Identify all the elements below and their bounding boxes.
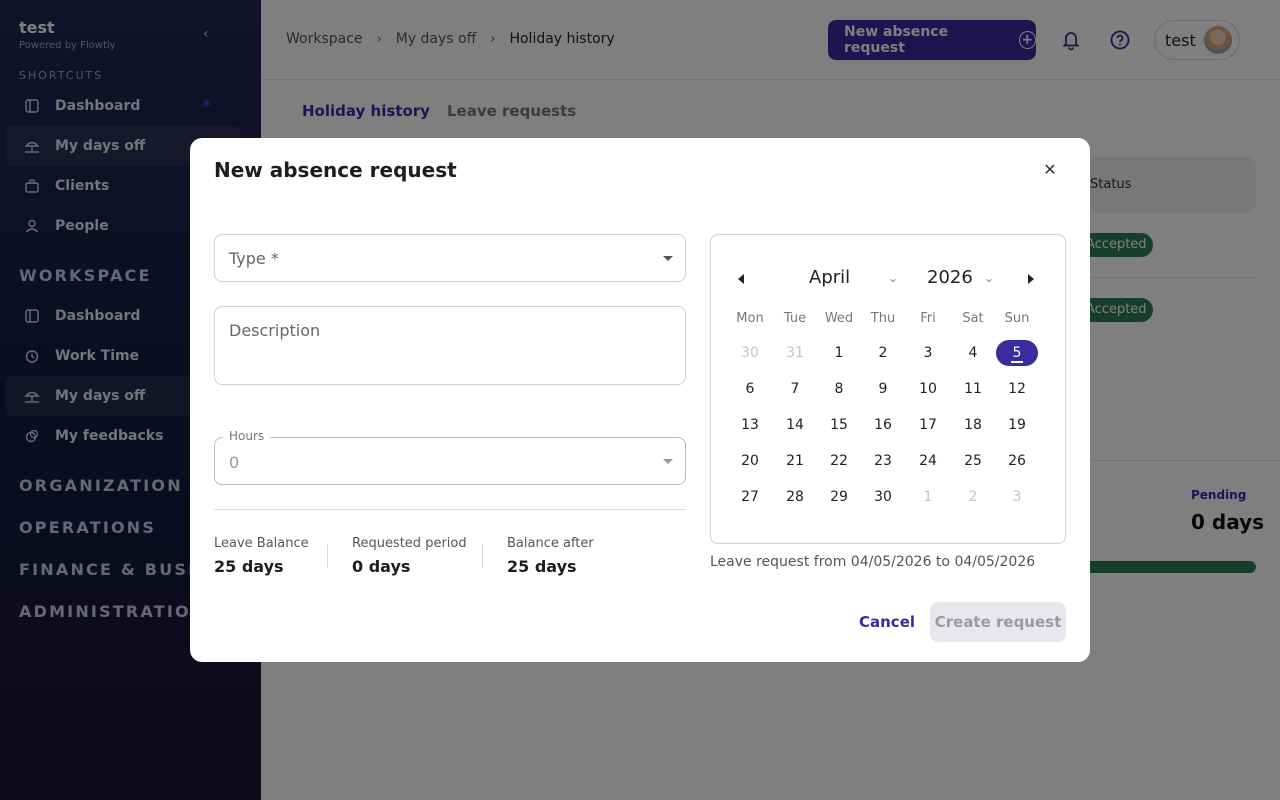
calendar-day[interactable]: 17 <box>907 412 949 438</box>
cancel-button[interactable]: Cancel <box>859 613 915 631</box>
next-month-icon[interactable] <box>1028 274 1034 284</box>
calendar-day[interactable]: 4 <box>952 340 994 366</box>
calendar-day[interactable]: 3 <box>907 340 949 366</box>
calendar-day[interactable]: 20 <box>729 448 771 474</box>
leave-balance: Leave Balance 25 days <box>214 536 309 576</box>
month-select[interactable]: April <box>809 267 850 288</box>
weekday-label: Mon <box>736 311 764 326</box>
calendar-day[interactable]: 26 <box>996 448 1038 474</box>
stat-separator <box>482 544 483 568</box>
balance-after: Balance after 25 days <box>507 536 594 576</box>
weekday-label: Wed <box>824 311 854 326</box>
calendar-day[interactable]: 25 <box>952 448 994 474</box>
close-icon[interactable]: ✕ <box>1040 160 1060 180</box>
calendar-day[interactable]: 18 <box>952 412 994 438</box>
calendar-day[interactable]: 24 <box>907 448 949 474</box>
calendar-day[interactable]: 28 <box>774 484 816 510</box>
dialog-title: New absence request <box>214 158 457 182</box>
calendar-day: 2 <box>968 489 978 505</box>
calendar-day[interactable]: 29 <box>818 484 860 510</box>
calendar-day: 1 <box>923 489 933 505</box>
weekday-label: Sat <box>962 311 984 326</box>
leave-balance-value: 25 days <box>214 557 284 576</box>
description-placeholder: Description <box>229 321 321 340</box>
calendar-day[interactable]: 6 <box>729 376 771 402</box>
calendar-day[interactable]: 22 <box>818 448 860 474</box>
weekday-label: Tue <box>783 311 807 326</box>
calendar-day[interactable]: 30 <box>862 484 904 510</box>
date-picker: April ⌄ 2026 ⌄ Mon Tue Wed Thu Fri Sat Sun 30 31… <box>710 234 1066 544</box>
caret-down-icon <box>663 459 673 464</box>
requested-period-value: 0 days <box>352 557 411 576</box>
hours-label: Hours <box>223 429 271 443</box>
calendar-day[interactable]: 15 <box>818 412 860 438</box>
calendar-day[interactable]: 9 <box>862 376 904 402</box>
calendar-day[interactable]: 2 <box>862 340 904 366</box>
divider <box>214 509 686 510</box>
calendar-day[interactable]: 1 <box>818 340 860 366</box>
weekday-label: Thu <box>870 311 896 326</box>
calendar-day: 30 <box>741 345 759 361</box>
balance-after-value: 25 days <box>507 557 577 576</box>
leave-range-text: Leave request from 04/05/2026 to 04/05/2… <box>710 554 1036 570</box>
year-select[interactable]: 2026 <box>927 267 973 288</box>
calendar-day-selected[interactable]: 5 <box>996 340 1038 366</box>
chevron-down-icon[interactable]: ⌄ <box>888 271 898 285</box>
calendar-day[interactable]: 19 <box>996 412 1038 438</box>
calendar-day[interactable]: 11 <box>952 376 994 402</box>
calendar-day: 31 <box>786 345 804 361</box>
prev-month-icon[interactable] <box>738 274 744 284</box>
calendar-day[interactable]: 7 <box>774 376 816 402</box>
type-select[interactable]: Type * <box>214 234 686 282</box>
calendar-day[interactable]: 27 <box>729 484 771 510</box>
calendar-day[interactable]: 23 <box>862 448 904 474</box>
type-placeholder: Type * <box>229 249 279 268</box>
caret-down-icon <box>663 256 673 261</box>
description-field[interactable]: Description <box>214 306 686 385</box>
hours-select[interactable]: Hours 0 <box>214 429 686 485</box>
calendar-day[interactable]: 14 <box>774 412 816 438</box>
calendar-day[interactable]: 13 <box>729 412 771 438</box>
new-absence-request-dialog: New absence request ✕ Type * Description… <box>190 138 1090 662</box>
balance-after-label: Balance after <box>507 536 594 551</box>
calendar-day[interactable]: 12 <box>996 376 1038 402</box>
calendar-day[interactable]: 8 <box>818 376 860 402</box>
hours-value: 0 <box>229 453 240 472</box>
stat-separator <box>327 544 328 568</box>
calendar-day[interactable]: 10 <box>907 376 949 402</box>
weekday-label: Fri <box>920 311 936 326</box>
calendar-day[interactable]: 21 <box>774 448 816 474</box>
chevron-down-icon[interactable]: ⌄ <box>984 271 994 285</box>
calendar-day: 3 <box>1012 489 1022 505</box>
weekday-label: Sun <box>1004 311 1030 326</box>
requested-period-label: Requested period <box>352 536 467 551</box>
leave-balance-label: Leave Balance <box>214 536 309 551</box>
requested-period: Requested period 0 days <box>352 536 467 576</box>
calendar-day[interactable]: 16 <box>862 412 904 438</box>
create-request-button[interactable]: Create request <box>930 602 1066 642</box>
